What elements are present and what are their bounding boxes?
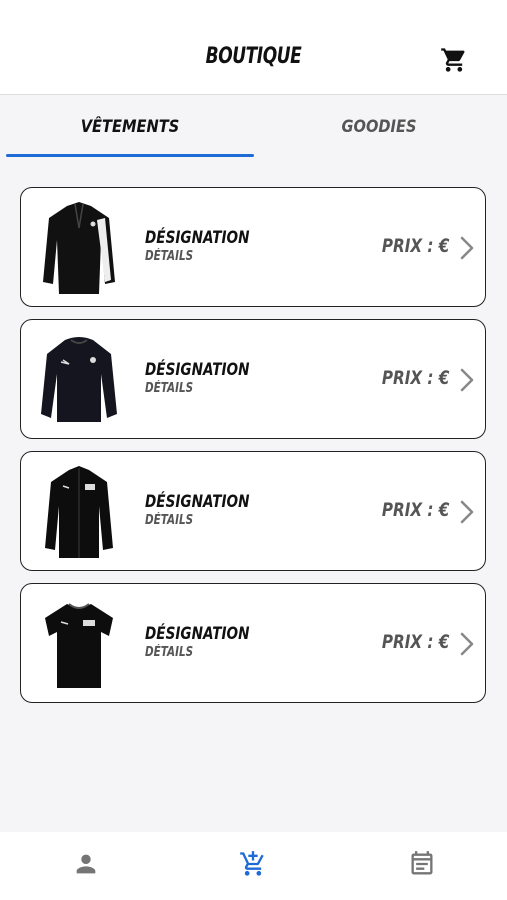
app-header: BOUTIQUE bbox=[0, 0, 507, 95]
product-details: DÉTAILS bbox=[145, 249, 194, 264]
product-designation: DÉSIGNATION bbox=[145, 492, 250, 512]
product-card[interactable]: DÉSIGNATION DÉTAILS PRIX : € bbox=[20, 187, 486, 307]
person-icon[interactable] bbox=[72, 850, 100, 878]
product-price: PRIX : € bbox=[381, 367, 449, 389]
cart-icon[interactable] bbox=[440, 46, 468, 74]
calendar-icon[interactable] bbox=[408, 850, 436, 878]
product-image bbox=[41, 337, 117, 422]
product-details: DÉTAILS bbox=[145, 645, 194, 660]
product-image bbox=[45, 603, 113, 688]
chevron-right-icon bbox=[460, 368, 474, 392]
product-image bbox=[43, 202, 115, 294]
product-card[interactable]: DÉSIGNATION DÉTAILS PRIX : € bbox=[20, 451, 486, 571]
tab-vetements[interactable]: VÊTEMENTS bbox=[23, 117, 238, 137]
product-image bbox=[45, 466, 113, 558]
category-tabs: VÊTEMENTS GOODIES bbox=[0, 95, 507, 157]
product-designation: DÉSIGNATION bbox=[145, 624, 250, 644]
tab-goodies[interactable]: GOODIES bbox=[272, 117, 487, 137]
product-details: DÉTAILS bbox=[145, 513, 194, 528]
product-card[interactable]: DÉSIGNATION DÉTAILS PRIX : € bbox=[20, 583, 486, 703]
active-tab-indicator bbox=[6, 154, 254, 157]
page-title: BOUTIQUE bbox=[205, 44, 302, 69]
bottom-nav bbox=[0, 832, 507, 900]
chevron-right-icon bbox=[460, 500, 474, 524]
product-details: DÉTAILS bbox=[145, 381, 194, 396]
chevron-right-icon bbox=[460, 632, 474, 656]
product-price: PRIX : € bbox=[381, 631, 449, 653]
product-price: PRIX : € bbox=[381, 235, 449, 257]
product-price: PRIX : € bbox=[381, 499, 449, 521]
product-designation: DÉSIGNATION bbox=[145, 228, 250, 248]
product-card[interactable]: DÉSIGNATION DÉTAILS PRIX : € bbox=[20, 319, 486, 439]
add-shopping-cart-icon[interactable] bbox=[239, 850, 267, 878]
chevron-right-icon bbox=[460, 236, 474, 260]
product-designation: DÉSIGNATION bbox=[145, 360, 250, 380]
